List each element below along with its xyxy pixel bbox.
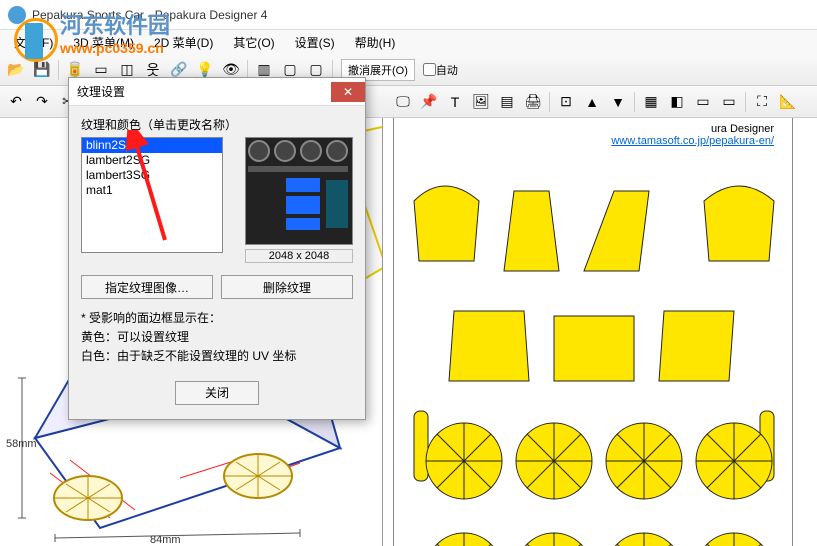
menu-settings[interactable]: 设置(S) xyxy=(285,32,345,53)
page-up-icon[interactable]: ▲ xyxy=(580,90,604,114)
text-icon[interactable]: T xyxy=(443,90,467,114)
paper-sheet: ura Designer www.tamasoft.co.jp/pepakura… xyxy=(393,118,793,546)
window-title: Pepakura Sports Car - Pepakura Designer … xyxy=(32,8,267,22)
edge-icon[interactable]: ▭ xyxy=(717,90,741,114)
texture-settings-dialog: 纹理设置 ✕ 纹理和颜色（单击更改名称） blinn2SG lambert2SG… xyxy=(68,77,366,420)
note-yellow: 黄色：可以设置纹理 xyxy=(81,328,353,347)
menu-bar: 文件(F) 3D 菜单(M) 2D 菜单(D) 其它(O) 设置(S) 帮助(H… xyxy=(0,30,817,54)
note-heading: * 受影响的面边框显示在： xyxy=(81,309,353,328)
app-icon xyxy=(8,6,26,24)
paper-url-link[interactable]: www.tamasoft.co.jp/pepakura-en/ xyxy=(611,135,774,147)
delete-texture-button[interactable]: 删除纹理 xyxy=(221,275,353,299)
close-icon: ✕ xyxy=(343,85,353,99)
set-texture-button[interactable]: 指定纹理图像… xyxy=(81,275,213,299)
menu-file[interactable]: 文件(F) xyxy=(4,32,63,53)
dialog-close-button[interactable]: ✕ xyxy=(331,82,365,102)
viewport-2d[interactable]: ura Designer www.tamasoft.co.jp/pepakura… xyxy=(383,118,817,546)
measure-icon[interactable]: 📐 xyxy=(776,90,800,114)
unfold-pattern xyxy=(394,118,794,546)
dialog-notes: * 受影响的面边框显示在： 黄色：可以设置纹理 白色：由于缺乏不能设置纹理的 U… xyxy=(81,309,353,367)
dialog-titlebar[interactable]: 纹理设置 ✕ xyxy=(69,78,365,106)
paper-header: ura Designer www.tamasoft.co.jp/pepakura… xyxy=(611,123,774,147)
print-icon[interactable]: 🖨 xyxy=(521,90,545,114)
material-item-1[interactable]: lambert2SG xyxy=(82,153,222,168)
texture-preview-image xyxy=(245,137,353,245)
auto-checkbox[interactable]: 自动 xyxy=(423,62,458,78)
menu-other[interactable]: 其它(O) xyxy=(223,32,284,53)
material-item-3[interactable]: mat1 xyxy=(82,183,222,198)
dialog-close-bottom-button[interactable]: 关闭 xyxy=(175,381,259,405)
fit-icon[interactable]: ⛶ xyxy=(750,90,774,114)
dim-width: 84mm xyxy=(150,534,181,546)
material-listbox[interactable]: blinn2SG lambert2SG lambert3SG mat1 xyxy=(81,137,223,253)
rotate-left-icon[interactable]: ↶ xyxy=(4,90,28,114)
rotate-right-icon[interactable]: ↷ xyxy=(30,90,54,114)
note-white: 白色：由于缺乏不能设置纹理的 UV 坐标 xyxy=(81,347,353,366)
open-icon[interactable]: 📂 xyxy=(4,58,28,82)
zoom-icon[interactable]: ⊡ xyxy=(554,90,578,114)
fill-icon[interactable]: ▤ xyxy=(495,90,519,114)
dialog-title: 纹理设置 xyxy=(77,83,125,100)
page-down-icon[interactable]: ▼ xyxy=(606,90,630,114)
menu-2d[interactable]: 2D 菜单(D) xyxy=(144,32,223,53)
screen-icon[interactable]: 🖵 xyxy=(391,90,415,114)
texture-dimensions: 2048 x 2048 xyxy=(245,249,353,263)
window-titlebar: Pepakura Sports Car - Pepakura Designer … xyxy=(0,0,817,30)
flap-icon[interactable]: ◧ xyxy=(665,90,689,114)
texture-group-label: 纹理和颜色（单击更改名称） xyxy=(81,116,353,133)
pin-icon[interactable]: 📌 xyxy=(417,90,441,114)
auto-checkbox-input[interactable] xyxy=(423,63,436,76)
material-item-0[interactable]: blinn2SG xyxy=(82,138,222,153)
save-icon[interactable]: 💾 xyxy=(30,58,54,82)
auto-label: 自动 xyxy=(436,62,458,78)
grid-icon[interactable]: ▦ xyxy=(639,90,663,114)
material-item-2[interactable]: lambert3SG xyxy=(82,168,222,183)
id-icon[interactable]: ▭ xyxy=(691,90,715,114)
texture-preview: 2048 x 2048 xyxy=(245,137,353,263)
dim-height: 58mm xyxy=(6,438,37,450)
menu-help[interactable]: 帮助(H) xyxy=(345,32,406,53)
menu-3d[interactable]: 3D 菜单(M) xyxy=(63,32,144,53)
undo-unfold-label: 撤消展开(O) xyxy=(348,62,408,78)
image-icon[interactable]: 🖼 xyxy=(469,90,493,114)
paper-title: ura Designer xyxy=(711,123,774,135)
